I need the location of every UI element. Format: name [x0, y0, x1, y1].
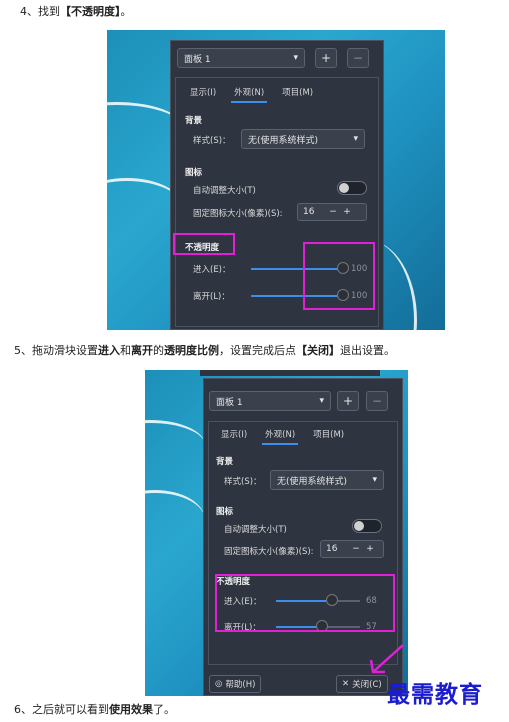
auto-size-toggle[interactable]	[337, 181, 367, 195]
remove-icon: −	[352, 51, 364, 65]
step-5-text: 5、拖动滑块设置进入和离开的透明度比例，设置完成后点【关闭】退出设置。	[14, 344, 395, 358]
highlight-box-opacity	[215, 574, 395, 632]
tab-appearance[interactable]: 外观(N)	[225, 83, 273, 103]
auto-size-label: 自动调整大小(T)	[224, 525, 287, 535]
panel-select[interactable]: 面板 1 ▾	[177, 48, 305, 68]
add-icon: +	[320, 51, 332, 65]
plus-icon[interactable]: +	[363, 544, 377, 554]
remove-icon: −	[371, 394, 383, 408]
icon-size-stepper[interactable]: 16 − +	[320, 540, 384, 558]
step-text: 和	[120, 344, 131, 357]
tab-display[interactable]: 显示(I)	[212, 425, 256, 445]
step-text: ，设置完成后点	[219, 344, 296, 357]
close-button[interactable]: ✕ 关闭(C)	[336, 675, 388, 693]
step-bold: 【关闭】	[296, 344, 340, 357]
style-label: 样式(S)：	[193, 136, 231, 146]
tab-display[interactable]: 显示(I)	[181, 83, 225, 103]
fixed-size-label: 固定图标大小(像素)(S):	[193, 209, 283, 219]
highlight-box-values	[303, 242, 375, 310]
icon-size-value: 16	[326, 544, 338, 554]
close-icon: ✕	[342, 679, 350, 689]
highlight-box-heading	[173, 233, 235, 255]
step-text: 的	[153, 344, 164, 357]
panel-select-value: 面板 1	[184, 54, 211, 65]
remove-panel-button[interactable]: −	[366, 391, 388, 411]
close-button-label: 关闭(C)	[352, 680, 382, 690]
pointer-arrow-icon	[369, 644, 404, 674]
chevron-down-icon: ▾	[353, 134, 358, 144]
help-button[interactable]: ◎ 帮助(H)	[209, 675, 262, 693]
minus-icon[interactable]: −	[326, 207, 340, 217]
step-bold: 【不透明度】	[60, 5, 121, 18]
screenshot-1: 面板 1 ▾ + − 显示(I) 外观(N) 项目(M) 背景 样式(S)： 无…	[107, 30, 445, 330]
background-heading: 背景	[185, 116, 203, 126]
help-icon: ◎	[215, 679, 223, 689]
icon-size-stepper[interactable]: 16 − +	[297, 203, 367, 221]
panel-select-value: 面板 1	[216, 397, 243, 408]
leave-label: 离开(L)：	[193, 292, 230, 302]
step-text: 退出设置。	[340, 344, 395, 357]
background-heading: 背景	[216, 457, 234, 467]
step-bold: 透明度比例	[164, 344, 219, 357]
minus-icon[interactable]: −	[349, 544, 363, 554]
step-text: 6、之后就可以看到	[14, 703, 109, 716]
style-select-value: 无(使用系统样式)	[248, 135, 319, 146]
add-icon: +	[342, 394, 354, 408]
add-panel-button[interactable]: +	[315, 48, 337, 68]
help-button-label: 帮助(H)	[225, 680, 256, 690]
watermark-text: 最需教育	[387, 681, 483, 708]
tab-items[interactable]: 项目(M)	[273, 83, 322, 103]
remove-panel-button[interactable]: −	[347, 48, 369, 68]
auto-size-label: 自动调整大小(T)	[193, 186, 256, 196]
icon-heading: 图标	[185, 168, 203, 178]
step-6-text: 6、之后就可以看到使用效果了。	[14, 703, 175, 717]
step-bold: 进入	[98, 344, 120, 357]
style-select[interactable]: 无(使用系统样式) ▾	[270, 470, 384, 490]
step-bold: 使用效果	[109, 703, 153, 716]
tab-appearance[interactable]: 外观(N)	[256, 425, 304, 445]
step-text: 。	[120, 5, 132, 18]
style-label: 样式(S)：	[224, 477, 262, 487]
step-4-text: 4、找到【不透明度】。	[20, 5, 132, 19]
screenshot-2: 面板 1 ▾ + − 显示(I) 外观(N) 项目(M) 背景 样式(S)： 无…	[145, 370, 408, 696]
add-panel-button[interactable]: +	[337, 391, 359, 411]
icon-size-value: 16	[303, 207, 315, 217]
enter-label: 进入(E)：	[193, 265, 231, 275]
style-select[interactable]: 无(使用系统样式) ▾	[241, 129, 365, 149]
chevron-down-icon: ▾	[293, 53, 298, 63]
step-text: 4、找到	[20, 5, 60, 18]
chevron-down-icon: ▾	[319, 396, 324, 406]
plus-icon[interactable]: +	[340, 207, 354, 217]
dialog-titlebar	[200, 370, 380, 376]
step-text: 5、拖动滑块设置	[14, 344, 98, 357]
panel-select[interactable]: 面板 1 ▾	[209, 391, 331, 411]
auto-size-toggle[interactable]	[352, 519, 382, 533]
step-text: 了。	[153, 703, 175, 716]
icon-heading: 图标	[216, 507, 234, 517]
style-select-value: 无(使用系统样式)	[277, 476, 348, 487]
fixed-size-label: 固定图标大小(像素)(S):	[224, 547, 314, 557]
step-bold: 离开	[131, 344, 153, 357]
tab-items[interactable]: 项目(M)	[304, 425, 353, 445]
chevron-down-icon: ▾	[372, 475, 377, 485]
